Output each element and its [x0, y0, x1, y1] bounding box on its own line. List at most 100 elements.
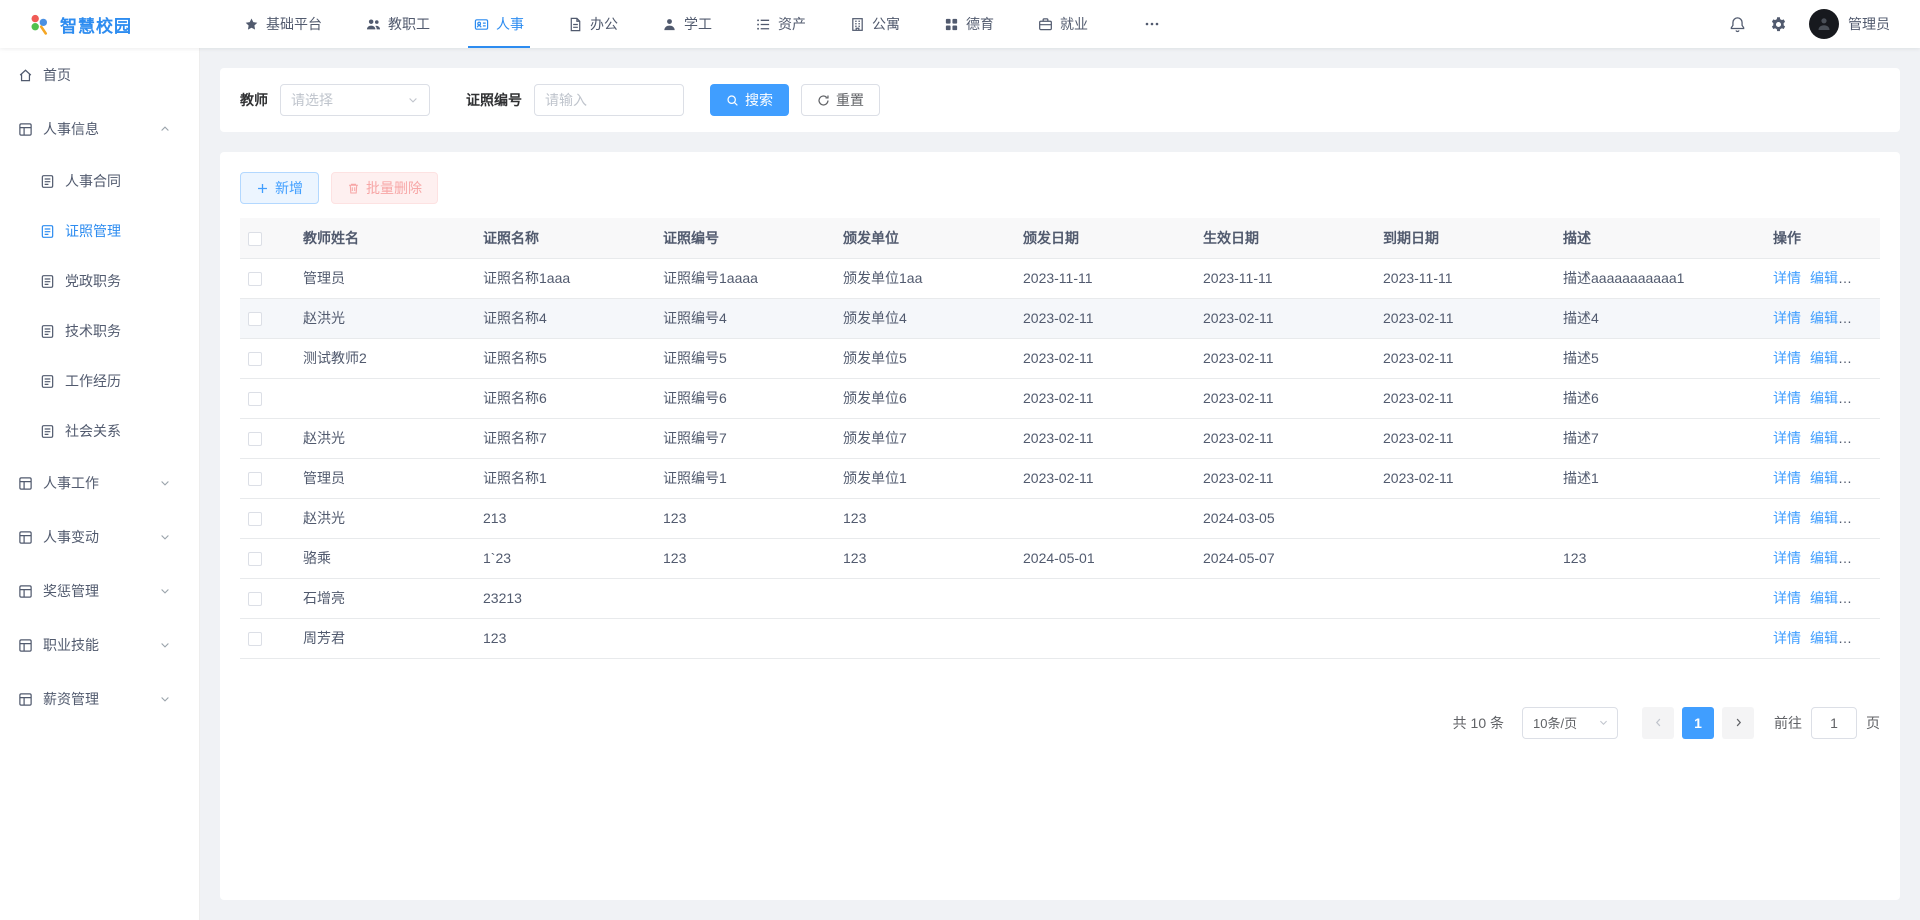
select-all-checkbox[interactable] [248, 232, 262, 246]
table-cell: 123 [1555, 538, 1765, 578]
sidebar-item-hr-changes[interactable]: 人事变动 [0, 510, 199, 564]
table-cell [1015, 578, 1195, 618]
row-action-detail[interactable]: 详情 [1773, 390, 1801, 406]
subdoc-icon [40, 274, 55, 289]
nav-item-staff[interactable]: 教职工 [344, 0, 452, 48]
row-action-detail[interactable]: 详情 [1773, 630, 1801, 646]
table-cell: 颁发单位1aa [835, 258, 1015, 298]
table-cell: 描述4 [1555, 298, 1765, 338]
sidebar-item-hr-contract[interactable]: 人事合同 [0, 156, 199, 206]
table-cell: 123 [655, 538, 835, 578]
row-actions-cell: 详情编辑删除 [1765, 578, 1880, 618]
row-checkbox[interactable] [248, 472, 262, 486]
row-checkbox[interactable] [248, 432, 262, 446]
goto-page-input[interactable] [1811, 707, 1857, 739]
sidebar-item-rewards-punishments[interactable]: 奖惩管理 [0, 564, 199, 618]
nav-item-student-affairs[interactable]: 学工 [640, 0, 734, 48]
nav-item-assets[interactable]: 资产 [734, 0, 828, 48]
row-action-detail[interactable]: 详情 [1773, 590, 1801, 606]
chevron-down-icon [159, 693, 171, 705]
app-logo[interactable]: 智慧校园 [0, 11, 200, 37]
sidebar-item-license-management[interactable]: 证照管理 [0, 206, 199, 256]
reset-button[interactable]: 重置 [801, 84, 880, 116]
table-cell: 证照编号5 [655, 338, 835, 378]
settings-gear-icon[interactable] [1770, 16, 1787, 33]
search-button[interactable]: 搜索 [710, 84, 789, 116]
sidebar-item-social-relations[interactable]: 社会关系 [0, 406, 199, 456]
row-actions-cell: 详情编辑删除 [1765, 378, 1880, 418]
batch-delete-button[interactable]: 批量删除 [331, 172, 438, 204]
select-all-header-cell [240, 218, 295, 258]
row-actions-cell: 详情编辑删除 [1765, 298, 1880, 338]
row-action-detail[interactable]: 详情 [1773, 350, 1801, 366]
sidebar-item-salary-management[interactable]: 薪资管理 [0, 672, 199, 726]
sidebar-item-hr-work[interactable]: 人事工作 [0, 456, 199, 510]
sidebar-item-vocational-skills[interactable]: 职业技能 [0, 618, 199, 672]
notification-bell-icon[interactable] [1729, 16, 1746, 33]
sidebar-item-label: 人事变动 [43, 527, 99, 547]
row-action-edit[interactable]: 编辑 [1810, 630, 1838, 646]
row-checkbox[interactable] [248, 312, 262, 326]
row-action-edit[interactable]: 编辑 [1810, 590, 1838, 606]
table-cell: 证照名称1aaa [475, 258, 655, 298]
prev-page-button[interactable] [1642, 707, 1674, 739]
row-checkbox[interactable] [248, 552, 262, 566]
row-checkbox[interactable] [248, 632, 262, 646]
nav-item-employment[interactable]: 就业 [1016, 0, 1110, 48]
cert-number-input[interactable] [534, 84, 684, 116]
nav-more-button[interactable] [1124, 16, 1180, 32]
row-actions-cell: 详情编辑删除 [1765, 498, 1880, 538]
row-action-detail[interactable]: 详情 [1773, 310, 1801, 326]
teacher-select[interactable]: 请选择 [280, 84, 430, 116]
row-action-detail[interactable]: 详情 [1773, 270, 1801, 286]
menu-icon [18, 638, 33, 653]
row-action-edit[interactable]: 编辑 [1810, 430, 1838, 446]
user-menu[interactable]: 管理员 [1809, 9, 1890, 39]
row-action-detail[interactable]: 详情 [1773, 510, 1801, 526]
table-cell: 颁发单位7 [835, 418, 1015, 458]
sidebar-item-technical-positions[interactable]: 技术职务 [0, 306, 199, 356]
sidebar-item-party-positions[interactable]: 党政职务 [0, 256, 199, 306]
nav-item-apartment[interactable]: 公寓 [828, 0, 922, 48]
table-cell: 证照名称1 [475, 458, 655, 498]
table-cell: 2023-02-11 [1195, 338, 1375, 378]
row-checkbox[interactable] [248, 512, 262, 526]
row-action-edit[interactable]: 编辑 [1810, 310, 1838, 326]
row-checkbox-cell [240, 258, 295, 298]
license-table-card: 新增 批量删除 教师姓名证照名称证照编号颁发单位颁发日期生效日期到期日期描述操作… [220, 152, 1900, 900]
row-action-detail[interactable]: 详情 [1773, 550, 1801, 566]
sidebar-item-home[interactable]: 首页 [0, 48, 199, 102]
table-cell: 颁发单位5 [835, 338, 1015, 378]
nav-item-office[interactable]: 办公 [546, 0, 640, 48]
table-cell: 123 [475, 618, 655, 658]
nav-item-moral-education[interactable]: 德育 [922, 0, 1016, 48]
logo-icon [26, 11, 52, 37]
nav-item-label: 就业 [1060, 14, 1088, 34]
sidebar-item-work-experience[interactable]: 工作经历 [0, 356, 199, 406]
row-action-edit[interactable]: 编辑 [1810, 270, 1838, 286]
row-action-detail[interactable]: 详情 [1773, 430, 1801, 446]
row-action-edit[interactable]: 编辑 [1810, 470, 1838, 486]
row-checkbox[interactable] [248, 392, 262, 406]
nav-item-label: 教职工 [388, 14, 430, 34]
add-button[interactable]: 新增 [240, 172, 319, 204]
row-checkbox[interactable] [248, 272, 262, 286]
page-1-button[interactable]: 1 [1682, 707, 1714, 739]
page-size-select[interactable]: 10条/页 [1522, 707, 1618, 739]
sidebar-item-label: 技术职务 [65, 321, 121, 341]
sidebar-item-hr-info[interactable]: 人事信息 [0, 102, 199, 156]
nav-item-base-platform[interactable]: 基础平台 [222, 0, 344, 48]
row-action-edit[interactable]: 编辑 [1810, 550, 1838, 566]
row-checkbox[interactable] [248, 352, 262, 366]
row-action-edit[interactable]: 编辑 [1810, 390, 1838, 406]
row-checkbox[interactable] [248, 592, 262, 606]
nav-item-hr[interactable]: 人事 [452, 0, 546, 48]
refresh-icon [817, 94, 830, 107]
row-action-detail[interactable]: 详情 [1773, 470, 1801, 486]
row-action-edit[interactable]: 编辑 [1810, 350, 1838, 366]
next-page-button[interactable] [1722, 707, 1754, 739]
plus-icon [256, 182, 269, 195]
row-checkbox-cell [240, 578, 295, 618]
row-action-edit[interactable]: 编辑 [1810, 510, 1838, 526]
table-cell: 2024-03-05 [1195, 498, 1375, 538]
